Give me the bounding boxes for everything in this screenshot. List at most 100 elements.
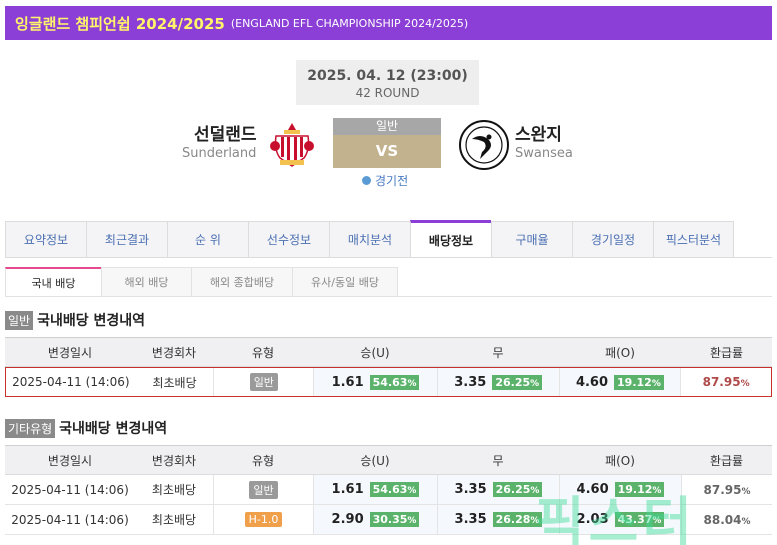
- percent-unit: %: [407, 378, 417, 389]
- sub-tab-divider: [5, 296, 772, 297]
- odds-table-general: 변경일시 변경회차 유형 승(U) 무 패(O) 환급률 2025-04-11 …: [5, 337, 772, 397]
- tab-match-analysis[interactable]: 매치분석: [329, 221, 410, 258]
- col-refund: 환급률: [709, 453, 744, 468]
- table-row[interactable]: 2025-04-11 (14:06) 최초배당 일반 1.61 54.63% 3.…: [5, 367, 772, 397]
- main-tab-bar: 요약정보 최근결과 순 위 선수정보 매치분석 배당정보 구매율 경기일정 픽스…: [5, 220, 734, 258]
- refund-rate: 88.04%: [704, 513, 751, 527]
- table-row[interactable]: 2025-04-11 (14:06) 최초배당 일반 1.61 54.63% 3.…: [5, 475, 772, 505]
- cell-date: 2025-04-11 (14:06): [11, 482, 129, 497]
- tab-summary[interactable]: 요약정보: [5, 221, 86, 258]
- vs-label: VS: [333, 135, 441, 168]
- tab-divider: [5, 257, 772, 258]
- win-odds: 2.90: [331, 512, 364, 527]
- refund-value: 87.95: [703, 482, 742, 497]
- cell-type: H-1.0: [213, 505, 313, 534]
- refund-value: 87.95: [702, 375, 741, 389]
- lose-odds: 4.60: [575, 374, 609, 390]
- draw-percent: 26.25: [495, 375, 531, 389]
- lose-odds: 4.60: [576, 482, 609, 497]
- subtab-similar-odds[interactable]: 유사/동일 배당: [292, 267, 398, 297]
- sub-tab-bar: 국내 배당 해외 배당 해외 종합배당 유사/동일 배당: [5, 267, 398, 297]
- sunderland-emblem-icon[interactable]: [266, 120, 318, 172]
- percent-unit: %: [530, 486, 540, 496]
- league-title: 잉글랜드 챔피언쉽 2024/2025: [15, 14, 225, 33]
- cell-round: 최초배당: [151, 513, 197, 527]
- handicap-badge: H-1.0: [244, 512, 283, 527]
- col-draw: 무: [492, 453, 504, 468]
- col-lose: 패(O): [605, 453, 635, 468]
- lose-percent: 43.37: [617, 513, 653, 526]
- draw-odds: 3.35: [454, 512, 487, 527]
- section-other-tag: 기타유형: [5, 418, 56, 438]
- tab-pickster-analysis[interactable]: 픽스터분석: [653, 221, 734, 258]
- col-change-round: 변경회차: [151, 453, 197, 468]
- col-type: 유형: [251, 345, 275, 360]
- match-round: 42 ROUND: [355, 86, 420, 100]
- cell-draw: 3.35 26.25%: [437, 475, 559, 504]
- col-type: 유형: [251, 453, 275, 468]
- tab-purchase-rate[interactable]: 구매율: [491, 221, 572, 258]
- percent-unit: %: [407, 486, 417, 496]
- draw-percent: 26.25: [495, 483, 531, 496]
- tab-players[interactable]: 선수정보: [248, 221, 329, 258]
- subtab-overseas-odds[interactable]: 해외 배당: [101, 267, 191, 297]
- cell-refund: 88.04%: [681, 505, 772, 534]
- cell-win: 2.90 30.35%: [313, 505, 437, 534]
- subtab-overseas-combined-odds[interactable]: 해외 종합배당: [191, 267, 292, 297]
- refund-rate: 87.95%: [703, 375, 750, 389]
- col-change-round: 변경회차: [151, 345, 197, 360]
- section-general-tag: 일반: [5, 310, 34, 330]
- table-header-row: 변경일시 변경회차 유형 승(U) 무 패(O) 환급률: [5, 337, 772, 367]
- match-datetime: 2025. 04. 12 (23:00): [307, 68, 468, 84]
- swansea-emblem-icon[interactable]: [458, 119, 510, 171]
- col-win: 승(U): [360, 345, 390, 360]
- draw-percent-badge: 26.25%: [492, 482, 543, 497]
- status-dot-icon: [362, 176, 371, 185]
- table-row[interactable]: 2025-04-11 (14:06) 최초배당 H-1.0 2.90 30.35%…: [5, 505, 772, 535]
- subtab-domestic-odds[interactable]: 국내 배당: [5, 267, 101, 297]
- tab-schedule[interactable]: 경기일정: [572, 221, 653, 258]
- home-team-name[interactable]: 선덜랜드: [194, 120, 257, 145]
- win-odds: 1.61: [331, 482, 364, 497]
- match-datetime-box: 2025. 04. 12 (23:00) 42 ROUND: [296, 60, 479, 105]
- percent-unit: %: [652, 516, 662, 526]
- away-team-name[interactable]: 스완지: [515, 120, 562, 145]
- win-percent: 54.63: [372, 483, 408, 496]
- type-badge: 일반: [249, 480, 278, 499]
- tab-odds[interactable]: 배당정보: [410, 220, 491, 258]
- percent-unit: %: [407, 516, 417, 526]
- col-change-date: 변경일시: [47, 453, 93, 468]
- section-general-title: 일반 국내배당 변경내역: [5, 310, 145, 330]
- cell-date: 2025-04-11 (14:06): [12, 375, 130, 389]
- col-lose: 패(O): [605, 345, 635, 360]
- cell-type: 일반: [213, 475, 313, 504]
- section-other-heading: 국내배당 변경내역: [59, 421, 168, 437]
- percent-unit: %: [530, 378, 540, 389]
- draw-odds: 3.35: [454, 482, 487, 497]
- win-percent: 54.63: [372, 375, 408, 389]
- tab-standings[interactable]: 순 위: [167, 221, 248, 258]
- lose-percent-badge: 43.37%: [614, 512, 665, 527]
- draw-percent-badge: 26.28%: [492, 512, 543, 527]
- cell-lose: 4.60 19.12%: [559, 475, 681, 504]
- lose-percent-badge: 19.12%: [614, 482, 665, 497]
- refund-rate: 87.95%: [704, 483, 751, 497]
- cell-draw: 3.35 26.25%: [436, 368, 559, 396]
- match-type-label: 일반: [333, 118, 441, 135]
- draw-percent: 26.28: [495, 513, 531, 526]
- lose-percent-badge: 19.12%: [614, 374, 664, 390]
- type-badge: 일반: [249, 373, 278, 391]
- cell-round: 최초배당: [151, 483, 197, 497]
- tab-recent-results[interactable]: 최근결과: [86, 221, 167, 258]
- match-status-label: 경기전: [375, 174, 409, 188]
- lose-odds: 2.03: [576, 512, 609, 527]
- section-other-title: 기타유형 국내배당 변경내역: [5, 418, 167, 438]
- away-team-name-en: Swansea: [515, 146, 573, 161]
- cell-lose: 2.03 43.37%: [559, 505, 681, 534]
- odds-table-other: 변경일시 변경회차 유형 승(U) 무 패(O) 환급률 2025-04-11 …: [5, 445, 772, 535]
- cell-win: 1.61 54.63%: [313, 475, 437, 504]
- col-win: 승(U): [360, 453, 390, 468]
- match-vs-box: 일반 VS: [333, 118, 441, 168]
- cell-refund: 87.95%: [681, 475, 772, 504]
- percent-unit: %: [530, 516, 540, 526]
